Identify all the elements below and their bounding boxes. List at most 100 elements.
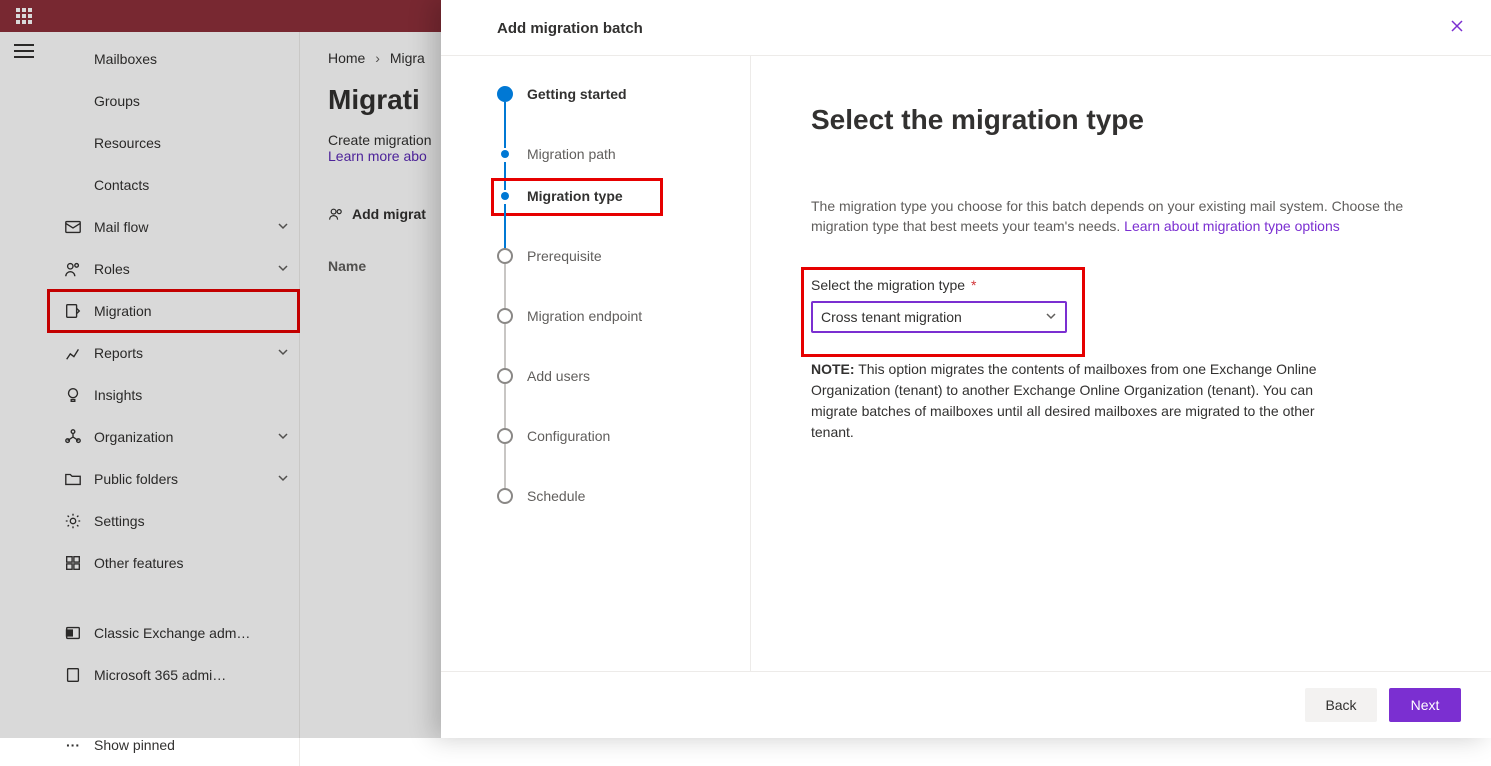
flyout-header: Add migration batch xyxy=(441,0,1491,56)
sidebar-item-groups[interactable]: Groups xyxy=(48,80,299,122)
hamburger-icon[interactable] xyxy=(14,44,34,58)
step-label: Prerequisite xyxy=(527,248,602,264)
sidebar-item-mailflow[interactable]: Mail flow xyxy=(48,206,299,248)
step-configuration[interactable]: Configuration xyxy=(497,428,730,488)
step-label: Migration type xyxy=(527,188,623,204)
select-value: Cross tenant migration xyxy=(821,309,962,325)
step-label: Add users xyxy=(527,368,590,384)
folders-icon xyxy=(62,470,84,488)
sidebar-item-label: Groups xyxy=(94,93,140,109)
step-prerequisite[interactable]: Prerequisite xyxy=(497,248,730,308)
breadcrumb-current: Migra xyxy=(390,50,425,66)
sidebar-item-label: Settings xyxy=(94,513,145,529)
close-button[interactable] xyxy=(1445,14,1469,43)
content-heading: Select the migration type xyxy=(811,104,1431,136)
step-marker-icon xyxy=(497,368,513,384)
step-label: Migration endpoint xyxy=(527,308,642,324)
sidebar-item-mailboxes[interactable]: Mailboxes xyxy=(48,38,299,80)
step-marker-icon xyxy=(497,248,513,264)
add-migration-label: Add migrat xyxy=(352,206,426,222)
next-button[interactable]: Next xyxy=(1389,688,1461,722)
note-label: NOTE: xyxy=(811,361,855,377)
chevron-down-icon xyxy=(277,345,289,361)
grid-icon xyxy=(62,554,84,572)
step-label: Schedule xyxy=(527,488,585,504)
left-rail xyxy=(0,32,48,766)
sidebar-item-label: Public folders xyxy=(94,471,178,487)
sidebar-item-label: Migration xyxy=(94,303,152,319)
exchange-icon xyxy=(62,624,84,642)
sidebar-item-m365-admin[interactable]: Microsoft 365 admi… xyxy=(48,654,299,696)
insights-icon xyxy=(62,386,84,404)
step-label: Configuration xyxy=(527,428,610,444)
step-migration-path[interactable]: Migration path xyxy=(497,146,730,188)
m365-icon xyxy=(62,666,84,684)
chevron-down-icon xyxy=(277,429,289,445)
sidebar-item-label: Classic Exchange adm… xyxy=(94,625,250,641)
sidebar-item-label: Roles xyxy=(94,261,130,277)
sidebar-item-migration[interactable]: Migration xyxy=(48,290,299,332)
step-label: Getting started xyxy=(527,86,627,102)
chevron-down-icon xyxy=(277,471,289,487)
sidebar-item-reports[interactable]: Reports xyxy=(48,332,299,374)
flyout-body: Getting started Migration path Migration… xyxy=(441,56,1491,671)
learn-more-link[interactable]: Learn more abo xyxy=(328,148,427,164)
sidebar-item-publicfolders[interactable]: Public folders xyxy=(48,458,299,500)
flyout-panel: Add migration batch Getting started Migr… xyxy=(441,0,1491,738)
migration-icon xyxy=(62,302,84,320)
sidebar-item-insights[interactable]: Insights xyxy=(48,374,299,416)
field-label: Select the migration type * xyxy=(811,277,1067,293)
step-marker-icon xyxy=(501,192,509,200)
roles-icon xyxy=(62,260,84,278)
chevron-down-icon xyxy=(277,261,289,277)
app-launcher-icon[interactable] xyxy=(8,0,40,32)
wizard-content: Select the migration type The migration … xyxy=(751,56,1491,671)
step-marker-icon xyxy=(497,428,513,444)
sidebar-item-otherfeatures[interactable]: Other features xyxy=(48,542,299,584)
sidebar-item-label: Show pinned xyxy=(94,737,175,753)
step-label: Migration path xyxy=(527,146,616,162)
sidebar-item-show-pinned[interactable]: ··· Show pinned xyxy=(48,724,299,766)
step-marker-icon xyxy=(501,150,509,158)
migration-type-select[interactable]: Cross tenant migration xyxy=(811,301,1067,333)
chevron-down-icon xyxy=(277,219,289,235)
organization-icon xyxy=(62,428,84,446)
back-button[interactable]: Back xyxy=(1305,688,1377,722)
mail-icon xyxy=(62,218,84,236)
learn-about-migration-type-link[interactable]: Learn about migration type options xyxy=(1124,218,1340,234)
content-description: The migration type you choose for this b… xyxy=(811,196,1431,237)
required-indicator: * xyxy=(967,277,976,293)
sidebar-item-label: Contacts xyxy=(94,177,149,193)
wizard-steps: Getting started Migration path Migration… xyxy=(441,56,751,671)
step-migration-type[interactable]: Migration type xyxy=(497,188,730,248)
sidebar-item-roles[interactable]: Roles xyxy=(48,248,299,290)
sidebar-item-contacts[interactable]: Contacts xyxy=(48,164,299,206)
migration-type-field: Select the migration type * Cross tenant… xyxy=(811,277,1067,333)
sidebar-item-label: Mail flow xyxy=(94,219,148,235)
step-schedule[interactable]: Schedule xyxy=(497,488,730,504)
sidebar-item-label: Microsoft 365 admi… xyxy=(94,667,226,683)
sidebar-item-organization[interactable]: Organization xyxy=(48,416,299,458)
gear-icon xyxy=(62,512,84,530)
step-getting-started[interactable]: Getting started xyxy=(497,86,730,146)
close-icon xyxy=(1449,18,1465,34)
flyout-title: Add migration batch xyxy=(497,20,643,37)
more-icon: ··· xyxy=(62,737,84,753)
step-add-users[interactable]: Add users xyxy=(497,368,730,428)
sidebar-item-resources[interactable]: Resources xyxy=(48,122,299,164)
sidebar-item-settings[interactable]: Settings xyxy=(48,500,299,542)
sidebar-item-label: Resources xyxy=(94,135,161,151)
sidebar-item-label: Mailboxes xyxy=(94,51,157,67)
step-marker-icon xyxy=(497,308,513,324)
step-migration-endpoint[interactable]: Migration endpoint xyxy=(497,308,730,368)
sidebar-item-label: Reports xyxy=(94,345,143,361)
sidebar: Mailboxes Groups Resources Contacts Mail… xyxy=(48,32,300,766)
sidebar-item-classic-exchange[interactable]: Classic Exchange adm… xyxy=(48,612,299,654)
reports-icon xyxy=(62,344,84,362)
chevron-down-icon xyxy=(1045,309,1057,325)
breadcrumb-home[interactable]: Home xyxy=(328,50,365,66)
step-marker-icon xyxy=(497,86,513,102)
note-text: NOTE: This option migrates the contents … xyxy=(811,359,1351,443)
sidebar-item-label: Insights xyxy=(94,387,142,403)
flyout-footer: Back Next xyxy=(441,671,1491,738)
